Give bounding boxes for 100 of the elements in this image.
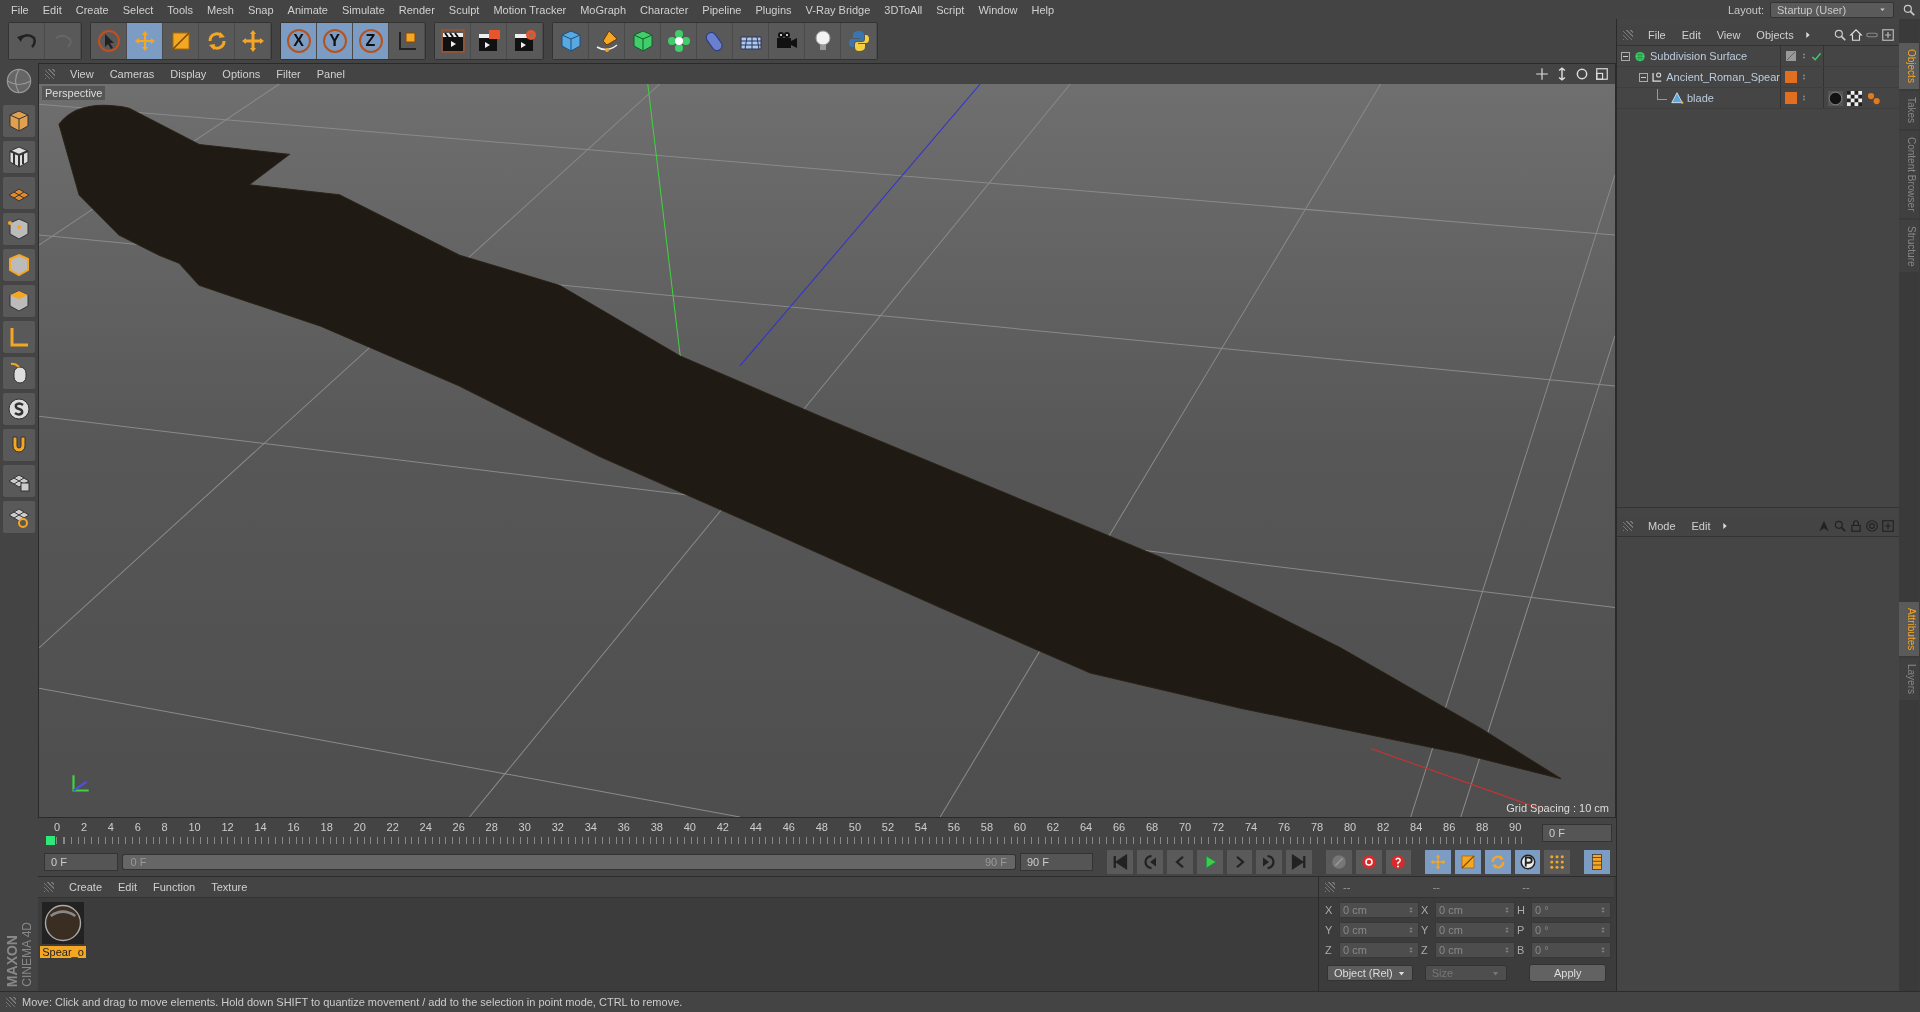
panel-grip[interactable] [1325, 882, 1335, 892]
timeline-ruler[interactable]: 0 2 4 6 8 10 12 14 16 18 20 22 24 26 28 30 32 34 36 38 40 42 44 46 48 50 52 54 56 58 60 62 64 66 68 70 72 74 76 78 80 82 84 86 88 90 [38, 819, 1536, 847]
light-button[interactable] [805, 23, 841, 59]
menu-item[interactable]: Edit [1674, 29, 1708, 41]
menu-item[interactable]: Create [68, 3, 116, 16]
p-circle-button[interactable] [1514, 850, 1541, 874]
menu-item[interactable]: Render [391, 3, 442, 16]
maximize-icon[interactable] [1595, 67, 1609, 81]
record-button[interactable] [1355, 850, 1382, 874]
menu-item[interactable]: Panel [309, 68, 352, 80]
menu-item[interactable]: Display [163, 68, 214, 80]
dot-grid-button[interactable] [1544, 850, 1571, 874]
material-swatch[interactable] [42, 902, 84, 944]
play-button[interactable] [1196, 850, 1223, 874]
search-icon[interactable] [1833, 28, 1847, 42]
plane-grid-button[interactable] [3, 177, 35, 209]
render-settings-button[interactable] [507, 23, 543, 59]
panel-grip[interactable] [45, 69, 55, 79]
grid-rotate-button[interactable] [3, 501, 35, 533]
menu-item[interactable]: Select [115, 3, 161, 16]
cube-points-button[interactable] [3, 213, 35, 245]
previous-key-button[interactable] [1137, 850, 1164, 874]
move-view-icon[interactable] [1535, 67, 1549, 81]
step-back-button[interactable] [1167, 850, 1193, 874]
cube-edges-button[interactable] [3, 249, 35, 281]
menu-item[interactable]: Edit [1684, 520, 1718, 532]
rotate-key-button[interactable] [1484, 850, 1511, 874]
menu-item[interactable]: Options [215, 68, 268, 80]
world-button[interactable] [389, 23, 425, 59]
layer-swatch[interactable] [1785, 71, 1797, 83]
floor-button[interactable] [733, 23, 769, 59]
material-tag-icon[interactable] [1828, 90, 1843, 106]
add-button[interactable] [235, 23, 271, 59]
pen-button[interactable] [589, 23, 625, 59]
menu-item[interactable]: Mesh [200, 3, 241, 16]
menu-item[interactable]: File [1641, 29, 1673, 41]
go-to-start-button[interactable] [1107, 850, 1134, 874]
menu-item[interactable]: Animate [280, 3, 335, 16]
menu-item[interactable]: V-Ray Bridge [798, 3, 878, 16]
menu-item[interactable]: Script [929, 3, 972, 16]
menu-item[interactable]: Window [971, 3, 1025, 16]
menu-item[interactable]: Create [62, 881, 110, 893]
expand-toggle[interactable] [1621, 51, 1630, 61]
side-tab[interactable]: Attributes [1899, 602, 1919, 657]
menu-item[interactable]: MoGraph [573, 3, 634, 16]
orbit-icon[interactable] [1575, 67, 1589, 81]
side-tab[interactable]: Objects [1899, 43, 1919, 89]
menu-item[interactable]: Cameras [102, 68, 162, 80]
cube-outline-button[interactable] [3, 105, 35, 137]
current-frame-field[interactable]: 0 F [1542, 824, 1612, 842]
python-button[interactable] [841, 23, 877, 59]
mouse-button[interactable] [3, 357, 35, 389]
scale-button[interactable] [163, 23, 199, 59]
layout-dropdown[interactable]: Startup (User) [1770, 1, 1894, 18]
menu-item[interactable]: Help [1024, 3, 1062, 16]
menu-item[interactable]: Plugins [748, 3, 799, 16]
menu-item[interactable]: Mode [1641, 520, 1683, 532]
move-key-button[interactable] [1425, 850, 1452, 874]
go-to-end-button[interactable] [1286, 850, 1312, 874]
magnet-button[interactable] [3, 429, 35, 461]
render-view-button[interactable] [435, 23, 471, 59]
subdiv-button[interactable] [625, 23, 661, 59]
checker-cube-button[interactable] [3, 141, 35, 173]
expand-toggle[interactable] [1639, 72, 1648, 82]
axis-lock-button[interactable]: Y [317, 23, 353, 59]
menu-item[interactable]: Texture [204, 881, 255, 893]
end-frame-field[interactable]: 90 F [1020, 853, 1094, 871]
menu-item[interactable]: View [63, 68, 101, 80]
menu-item[interactable]: Edit [35, 3, 69, 16]
menu-item[interactable]: Function [146, 881, 203, 893]
next-key-button[interactable] [1256, 850, 1283, 874]
film-strip-button[interactable] [1584, 850, 1610, 874]
menu-item[interactable]: Objects [1749, 29, 1801, 41]
menu-item[interactable]: Character [633, 3, 696, 16]
axis-corner-button[interactable] [3, 321, 35, 353]
render-button[interactable] [471, 23, 507, 59]
panel-grip[interactable] [1623, 30, 1633, 40]
select-button[interactable] [91, 23, 127, 59]
panel-grip[interactable] [1623, 521, 1633, 531]
menu-item[interactable]: View [1709, 29, 1748, 41]
layer-swatch[interactable] [1785, 92, 1797, 104]
cube-faces-button[interactable] [3, 285, 35, 317]
menu-item[interactable]: Tools [160, 3, 200, 16]
help-button[interactable] [1385, 850, 1412, 874]
rotate-button[interactable] [199, 23, 235, 59]
undo-button[interactable] [9, 23, 45, 59]
cube-button[interactable] [553, 23, 589, 59]
panel-grip[interactable] [6, 997, 16, 1007]
start-frame-field[interactable]: 0 F [44, 853, 118, 871]
menu-item[interactable]: Edit [111, 881, 144, 893]
home-icon[interactable] [1849, 28, 1863, 42]
cloner-button[interactable] [661, 23, 697, 59]
menu-item[interactable]: Pipeline [695, 3, 749, 16]
menu-item[interactable]: Motion Tracker [486, 3, 574, 16]
panel-grip[interactable] [44, 882, 54, 892]
menu-item[interactable]: Simulate [334, 3, 392, 16]
move-button[interactable] [127, 23, 163, 59]
menu-item[interactable]: Filter [269, 68, 308, 80]
object-name[interactable]: Subdivision Surface [1650, 50, 1748, 62]
grid-lock-button[interactable] [3, 465, 35, 497]
